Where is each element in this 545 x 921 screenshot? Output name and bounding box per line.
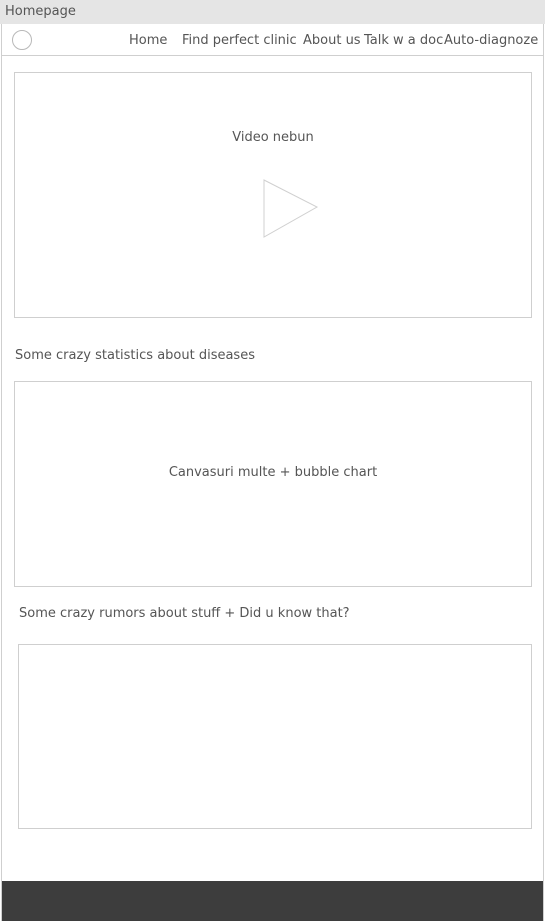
rumors-content-box [18,644,532,829]
nav-item-talk-doc[interactable]: Talk w a doc [364,33,443,48]
stats-chart-placeholder: Canvasuri multe + bubble chart [14,381,532,587]
video-label: Video nebun [232,130,314,145]
footer [2,881,543,921]
logo[interactable] [12,30,32,50]
video-placeholder[interactable]: Video nebun [14,72,532,318]
stats-section-title: Some crazy statistics about diseases [15,348,255,363]
top-navbar: Home Find perfect clinic About us Talk w… [1,26,544,56]
nav-item-find-clinic[interactable]: Find perfect clinic [182,33,297,48]
nav-item-auto-diagnoze[interactable]: Auto-diagnoze [444,33,538,48]
nav-item-home[interactable]: Home [129,33,167,48]
stats-chart-label: Canvasuri multe + bubble chart [168,465,378,480]
nav-item-about-us[interactable]: About us [303,33,361,48]
play-icon[interactable] [263,179,319,239]
window-title: Homepage [0,0,545,24]
rumors-section-title: Some crazy rumors about stuff + Did u kn… [19,606,350,621]
